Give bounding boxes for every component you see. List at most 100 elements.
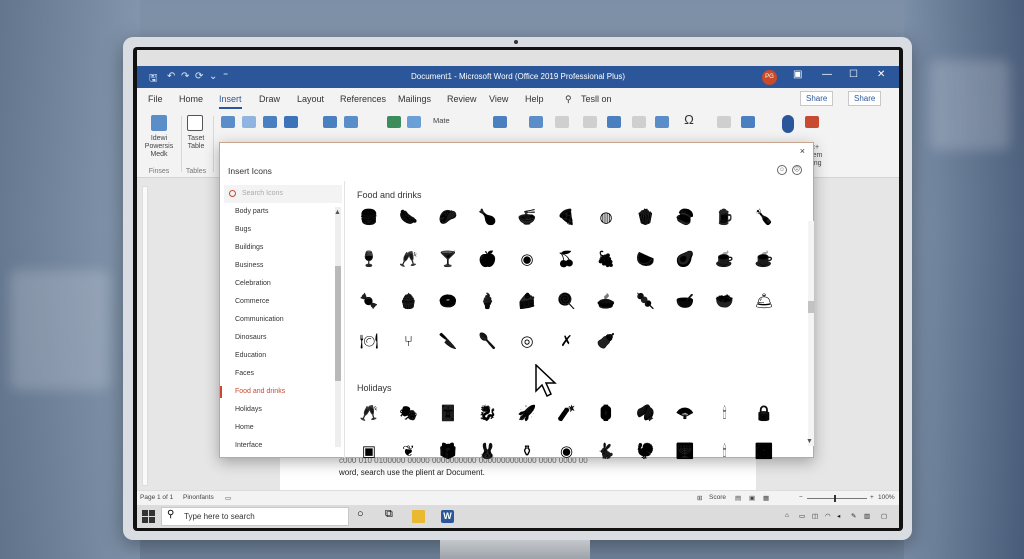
mask-icon[interactable]: 🎭 [399,405,418,423]
category-holidays[interactable]: Holidays [235,406,262,413]
wordart-icon[interactable] [655,116,669,128]
cauldron-icon[interactable]: ⚱ [518,443,536,461]
tray-battery-icon[interactable]: ▭ [799,512,805,520]
coffee-cup-icon[interactable]: ☕ [715,251,734,269]
cocktail-icon[interactable]: 🍸 [439,251,458,269]
zoom-in-icon[interactable]: + [870,494,874,501]
frown-feedback-icon[interactable]: ☹ [792,165,802,175]
apple-icon[interactable]: 🍎 [478,251,497,269]
immersive-reader-icon[interactable] [805,116,819,128]
sushi-icon[interactable]: 🍣 [676,209,695,227]
web-layout-icon[interactable]: ▦ [763,494,769,502]
windows-start-icon[interactable] [142,510,155,523]
category-education[interactable]: Education [235,352,266,359]
tab-view[interactable]: View [489,94,508,104]
bunny-icon[interactable]: 🐰 [478,443,497,461]
action-center-icon[interactable]: ▢ [881,512,887,520]
mug-icon[interactable]: ☕ [755,251,774,269]
table-icon[interactable] [187,115,203,131]
scroll-up-icon[interactable]: ▲ [334,209,341,216]
category-food-and-drinks[interactable]: Food and drinks [235,388,285,395]
date-time-icon[interactable] [741,116,755,128]
tray-volume-icon[interactable]: ◂ [837,512,840,520]
lantern-icon[interactable]: 🏮 [597,405,616,423]
comment-icon[interactable] [529,116,543,128]
word-count[interactable]: Pinonfants [183,494,214,501]
baby-bottle-icon[interactable]: 🍼 [597,333,616,351]
taskbar-search-input[interactable]: Type here to search [161,507,349,526]
pie-icon[interactable]: 🥧 [597,293,616,311]
taco-icon[interactable]: 🌮 [439,209,458,227]
page-count[interactable]: Page 1 of 1 [140,494,173,501]
lock-heart-icon[interactable]: 🔒 [755,405,774,423]
omega-symbol-icon[interactable]: Ω [679,113,699,126]
crossed-utensils-icon[interactable]: ✗ [558,333,576,351]
task-view-icon[interactable]: ⧉ [385,508,398,521]
tray-notification-icon[interactable]: ◫ [812,512,818,520]
cake-slice-icon[interactable]: 🍰 [518,293,537,311]
pizza-icon[interactable]: ◍ [597,209,615,227]
ice-cream-icon[interactable]: 🍦 [478,293,497,311]
category-faces[interactable]: Faces [235,370,254,377]
donut-icon[interactable]: 🍩 [439,293,458,311]
file-explorer-icon[interactable] [412,510,425,523]
hotdog-icon[interactable]: 🌭 [399,209,418,227]
zoom-level[interactable]: 100% [878,494,895,501]
fortune-cookie-icon[interactable]: 🥠 [636,405,655,423]
zoom-slider[interactable] [807,498,867,499]
zoom-out-icon[interactable]: − [799,494,803,501]
print-layout-icon[interactable]: ▣ [749,494,755,502]
icon-grid-scrollbar[interactable] [808,221,814,446]
category-scrollbar-thumb[interactable] [335,266,341,381]
focus-icon[interactable]: ⊞ [697,494,702,502]
category-commerce[interactable]: Commerce [235,298,269,305]
proofing-icon[interactable]: ▭ [225,494,231,502]
category-business[interactable]: Business [235,262,263,269]
tab-mailings[interactable]: Mailings [398,94,431,104]
tray-wifi-icon[interactable]: ◠ [825,512,831,520]
champagne-toast-icon[interactable]: 🥂 [360,405,379,423]
candles-icon[interactable]: 🕯 [716,405,734,423]
tab-layout[interactable]: Layout [297,94,324,104]
tab-draw[interactable]: Draw [259,94,280,104]
muffin-icon[interactable]: 🧁 [399,293,418,311]
category-bugs[interactable]: Bugs [235,226,251,233]
tab-help[interactable]: Help [525,94,544,104]
ramen-icon[interactable]: 🍜 [518,209,537,227]
menorah-icon[interactable]: 🕎 [676,443,695,461]
tab-references[interactable]: References [340,94,386,104]
cloche-icon[interactable]: 🛎 [754,293,773,311]
tab-file[interactable]: File [148,94,163,104]
close-icon[interactable]: ✕ [877,69,885,80]
online-pictures-icon[interactable] [242,116,256,128]
minimize-icon[interactable]: — [822,69,832,80]
ornament-icon[interactable]: ◉ [558,443,576,461]
firework-rocket-icon[interactable]: 🚀 [518,405,537,423]
category-buildings[interactable]: Buildings [235,244,263,251]
orange-slice-icon[interactable]: ◉ [518,251,536,269]
chart-icon[interactable] [387,116,401,128]
category-dinosaurs[interactable]: Dinosaurs [235,334,267,341]
share-button[interactable]: Share [800,91,834,106]
focus-label[interactable]: Score [709,494,726,501]
screenshot-icon[interactable] [407,116,421,128]
category-body-parts[interactable]: Body parts [235,208,268,215]
frame-icon[interactable]: ▣ [360,443,378,461]
category-celebration[interactable]: Celebration [235,280,271,287]
share-button-secondary[interactable]: Share [848,91,882,106]
plate-icon[interactable]: ◎ [518,333,536,351]
math-equation-button[interactable]: Mate [433,117,473,125]
tab-insert[interactable]: Insert [219,94,242,109]
dialog-close-button[interactable]: × [800,146,805,156]
cherries-icon[interactable]: 🍒 [557,251,576,269]
champagne-flute-icon[interactable]: 🥂 [399,251,418,269]
dictate-icon[interactable] [782,115,794,133]
tray-people-icon[interactable]: ⌂ [785,512,789,519]
zoom-slider-thumb[interactable] [834,495,836,502]
fan-icon[interactable]: 🪭 [676,405,695,423]
salad-bowl-icon[interactable]: 🥗 [715,293,734,311]
popsicle-icon[interactable]: 🍡 [636,293,655,311]
icons-icon[interactable] [284,116,298,128]
shapes-icon[interactable] [263,116,277,128]
signature-icon[interactable] [717,116,731,128]
